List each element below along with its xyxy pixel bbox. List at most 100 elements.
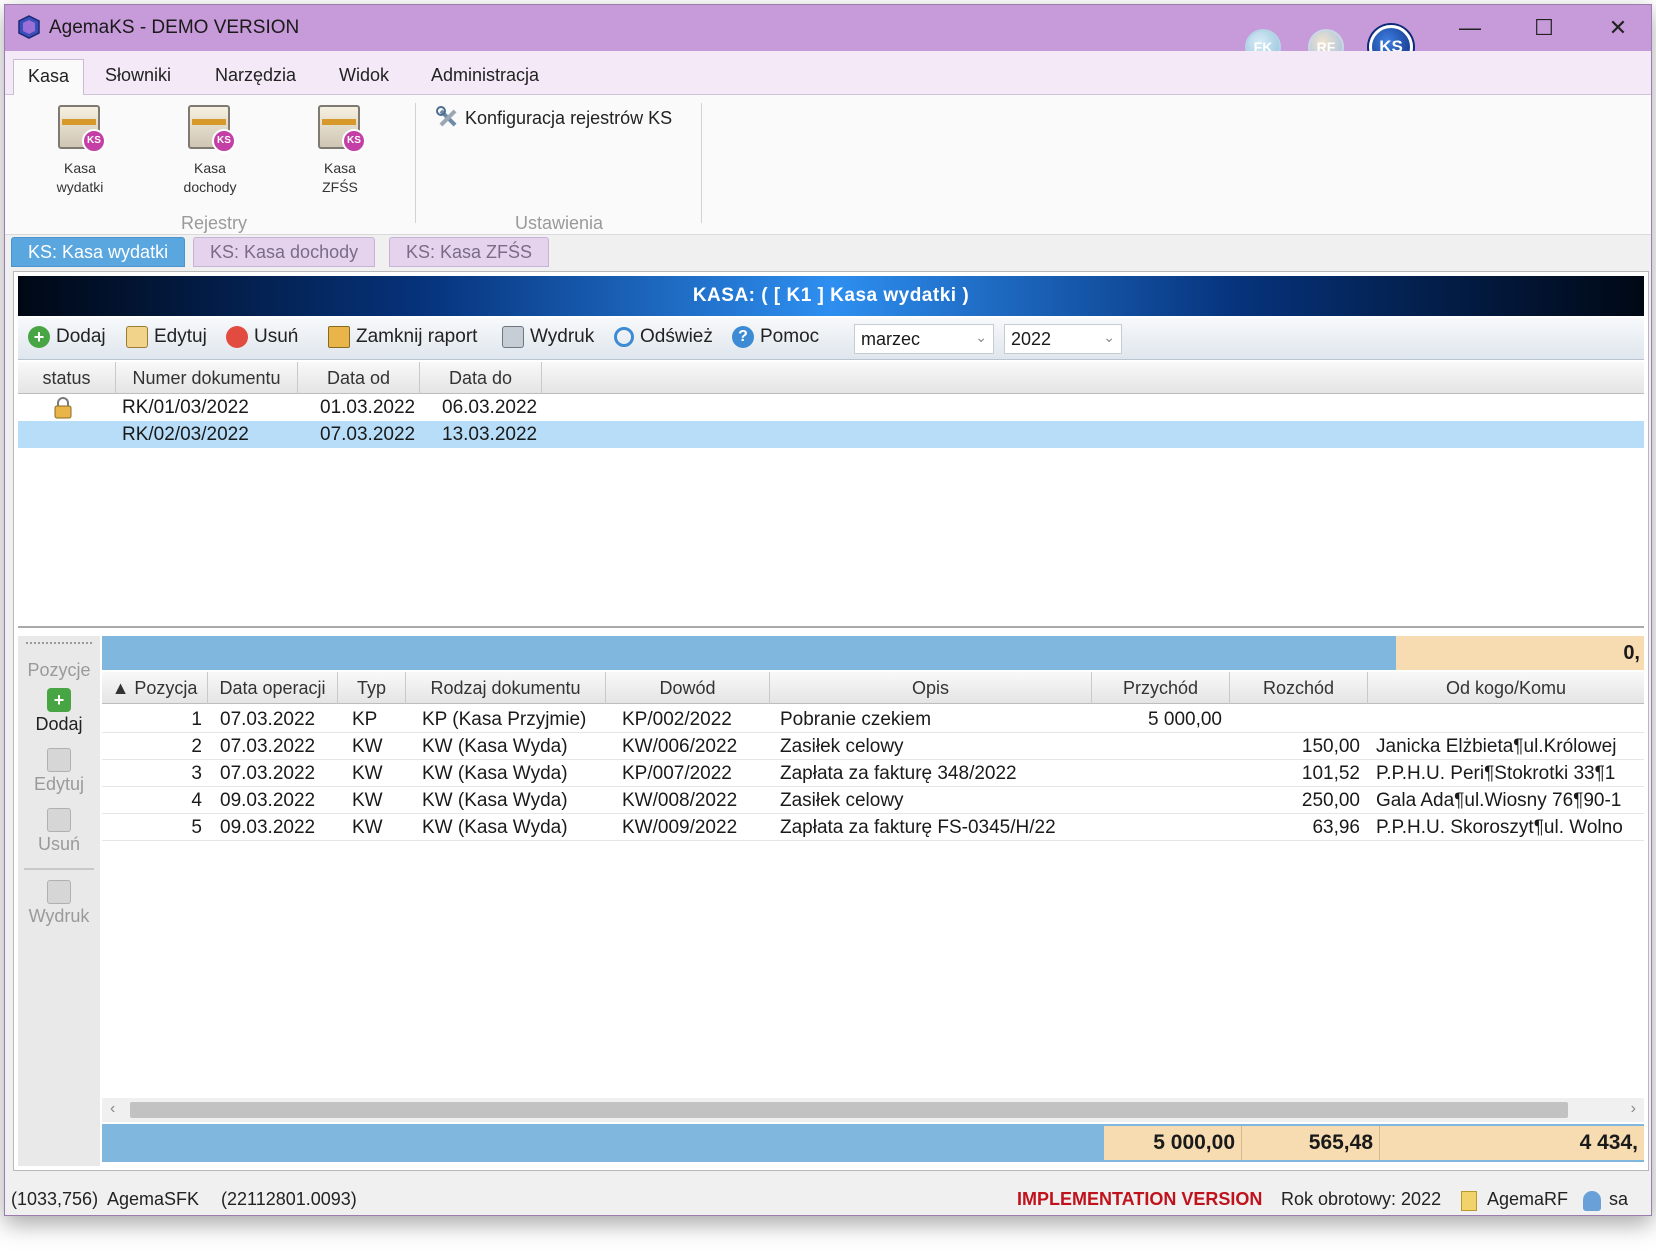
kasa-panel: KASA: ( [ K1 ] Kasa wydatki ) + Dodaj Ed… (13, 271, 1649, 1171)
print-button[interactable]: Wydruk (502, 326, 594, 348)
document-kind: KW (Kasa Wyda) (422, 817, 568, 838)
kasa-dochody-label-1: Kasa (194, 160, 226, 176)
column-header-description[interactable]: Opis (770, 672, 1092, 704)
income-value (1092, 760, 1222, 787)
scrollbar-thumb[interactable] (130, 1102, 1568, 1118)
menu-tab-widok[interactable]: Widok (325, 59, 403, 95)
printer-icon (502, 326, 524, 348)
position-delete-button[interactable]: Usuń (18, 808, 100, 855)
printer-icon (47, 880, 71, 904)
table-row[interactable]: 1 07.03.2022 KP KP (Kasa Przyjmie) KP/002/20… (102, 706, 1644, 733)
database-name: AgemaRF (1487, 1189, 1569, 1209)
help-label: Pomoc (760, 326, 820, 347)
delete-button[interactable]: Usuń (226, 326, 298, 348)
app-logo-icon (18, 15, 40, 39)
description: Zapłata za fakturę FS-0345/H/22 (780, 817, 1056, 838)
position-add-button[interactable]: + Dodaj (18, 688, 100, 735)
column-header-position[interactable]: ▲ Pozycja (102, 672, 208, 704)
close-report-button[interactable]: Zamknij raport (328, 326, 477, 348)
add-button[interactable]: + Dodaj (28, 326, 106, 348)
status-app-name: AgemaSFK (107, 1189, 200, 1209)
column-header-party[interactable]: Od kogo/Komu (1368, 672, 1644, 704)
description: Pobranie czekiem (780, 709, 932, 730)
help-button[interactable]: ? Pomoc (732, 326, 819, 348)
table-row[interactable]: 3 07.03.2022 KW KW (Kasa Wyda) KP/007/2022 Za… (102, 760, 1644, 787)
operation-date: 09.03.2022 (220, 817, 316, 838)
minimize-button[interactable]: — (1435, 5, 1505, 51)
position-print-label: Wydruk (28, 906, 90, 926)
refresh-button[interactable]: Odśwież (614, 326, 713, 348)
refresh-label: Odśwież (640, 326, 713, 347)
table-row[interactable]: 5 09.03.2022 KW KW (Kasa Wyda) KW/009/2022 Za… (102, 814, 1644, 841)
position-edit-button[interactable]: Edytuj (18, 748, 100, 795)
description: Zasiłek celowy (780, 790, 904, 811)
proof-number: KP/002/2022 (622, 709, 732, 730)
config-registers-link[interactable]: Konfiguracja rejestrów KS (435, 105, 672, 131)
column-header-proof[interactable]: Dowód (606, 672, 770, 704)
close-button[interactable]: ✕ (1583, 5, 1651, 51)
menu-tab-kasa[interactable]: Kasa (13, 59, 85, 95)
position-number: 5 (191, 817, 202, 838)
positions-side-panel: Pozycje + Dodaj Edytuj Usuń Wydruk (18, 636, 100, 1166)
kasa-zfss-button[interactable]: KS Kasa ZFŚS (295, 101, 385, 197)
column-header-number[interactable]: Numer dokumentu (116, 362, 298, 394)
proof-number: KP/007/2022 (622, 763, 732, 784)
kasa-zfss-label-2: ZFŚS (322, 179, 358, 195)
table-row[interactable]: 4 09.03.2022 KW KW (Kasa Wyda) KW/008/2022 Za… (102, 787, 1644, 814)
column-header-income[interactable]: Przychód (1092, 672, 1230, 704)
expense-value: 63,96 (1312, 817, 1360, 838)
party-value: P.P.H.U. Peri¶Stokrotki 33¶1 (1376, 763, 1616, 784)
description: Zasiłek celowy (780, 736, 904, 757)
kasa-dochody-label-2: dochody (183, 179, 237, 195)
report-number: RK/02/03/2022 (122, 424, 249, 445)
positions-grid-header: ▲ Pozycja Data operacji Typ Rodzaj dokum… (102, 672, 1644, 704)
positions-grid: 0, ▲ Pozycja Data operacji Typ Rodzaj do… (102, 636, 1644, 1166)
column-header-date-to[interactable]: Data do (420, 362, 542, 394)
kasa-wydatki-button[interactable]: KS Kasa wydatki (35, 101, 125, 197)
document-kind: KW (Kasa Wyda) (422, 736, 568, 757)
column-header-expense[interactable]: Rozchód (1230, 672, 1368, 704)
tab-kasa-zfss[interactable]: KS: Kasa ZFŚS (389, 237, 550, 267)
edit-button[interactable]: Edytuj (126, 326, 207, 348)
month-select[interactable]: marzec ⌄ (854, 324, 994, 354)
status-bar: (1033,756) AgemaSFK (22112801.0093) IMPL… (5, 1185, 1651, 1215)
app-window: AgemaKS - DEMO VERSION FK RF KS — ☐ ✕ Ka… (4, 4, 1652, 1216)
positions-title: Pozycje (27, 660, 91, 680)
splitter-grip[interactable] (26, 642, 92, 646)
year-select[interactable]: 2022 ⌄ (1004, 324, 1122, 354)
scroll-left-icon[interactable]: ‹ (110, 1100, 115, 1118)
maximize-button[interactable]: ☐ (1509, 5, 1579, 51)
table-row[interactable]: RK/02/03/2022 07.03.2022 13.03.2022 (18, 421, 1644, 448)
column-header-date-from[interactable]: Data od (298, 362, 420, 394)
scroll-right-icon[interactable]: › (1631, 1100, 1636, 1118)
tab-kasa-dochody[interactable]: KS: Kasa dochody (193, 237, 376, 267)
table-row[interactable]: RK/01/03/2022 01.03.2022 06.03.2022 (18, 394, 1644, 421)
column-header-type[interactable]: Typ (338, 672, 406, 704)
menu-tab-administracja[interactable]: Administracja (417, 59, 553, 95)
reports-grid-header: status Numer dokumentu Data od Data do (18, 362, 1644, 394)
column-header-document-kind[interactable]: Rodzaj dokumentu (406, 672, 606, 704)
side-divider (24, 868, 94, 870)
column-header-operation-date[interactable]: Data operacji (208, 672, 338, 704)
menu-tab-narzedzia[interactable]: Narzędzia (201, 59, 310, 95)
edit-icon (47, 748, 71, 772)
tab-kasa-wydatki[interactable]: KS: Kasa wydatki (11, 237, 186, 267)
reports-grid: status Numer dokumentu Data od Data do R… (18, 362, 1644, 628)
party-value: Gala Ada¶ul.Wiosny 76¶90-1 (1376, 790, 1622, 811)
report-date-from: 07.03.2022 (320, 424, 416, 445)
party-value: P.P.H.U. Skoroszyt¶ul. Wolno (1376, 817, 1623, 838)
party-value: Janicka Elżbieta¶ul.Królowej (1376, 736, 1617, 757)
kasa-dochody-button[interactable]: KS Kasa dochody (165, 101, 255, 197)
menu-tab-slowniki[interactable]: Słowniki (91, 59, 185, 95)
balance-total: 4 434, (1380, 1126, 1644, 1160)
reports-toolbar: + Dodaj Edytuj Usuń Zamknij raport Wydru… (18, 318, 1644, 360)
top-summary-bar: 0, (102, 636, 1644, 670)
table-row[interactable]: 2 07.03.2022 KW KW (Kasa Wyda) KW/006/2022 Za… (102, 733, 1644, 760)
position-print-button[interactable]: Wydruk (18, 880, 100, 927)
top-summary-value: 0, (1396, 636, 1644, 670)
column-header-status[interactable]: status (18, 362, 116, 394)
cash-register-icon: KS (54, 101, 106, 153)
horizontal-scrollbar[interactable]: ‹ › (102, 1098, 1644, 1122)
position-edit-label: Edytuj (33, 774, 85, 794)
kasa-zfss-label-1: Kasa (324, 160, 356, 176)
